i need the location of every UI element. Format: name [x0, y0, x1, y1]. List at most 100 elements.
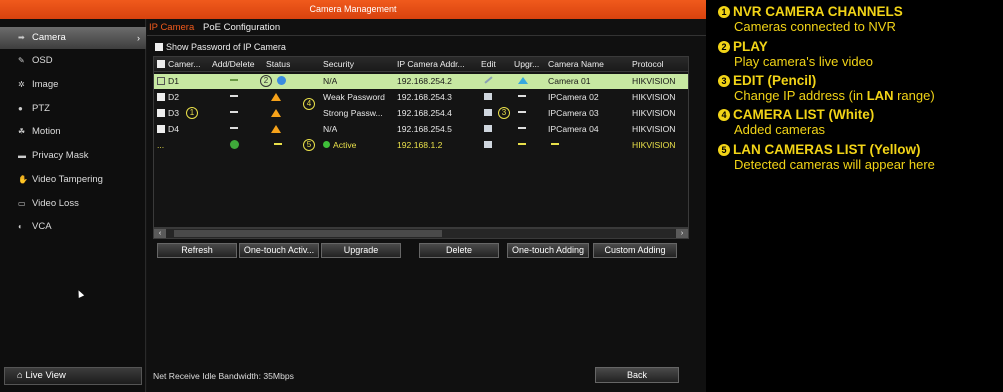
legend-number: 3 — [718, 75, 730, 87]
channel-label: ... — [157, 140, 165, 150]
osd-icon: ✎ — [18, 56, 25, 65]
legend-title: LAN CAMERAS LIST (Yellow) — [733, 142, 921, 157]
col-camera-name[interactable]: Camera Name — [548, 57, 604, 72]
sidebar-item-label: Motion — [32, 126, 61, 137]
camera-name: IPCamera 02 — [548, 92, 599, 102]
col-channel[interactable]: Camer... — [157, 57, 200, 72]
col-add-delete[interactable]: Add/Delete — [212, 57, 255, 72]
delete-icon[interactable] — [230, 90, 238, 105]
legend-number: 1 — [718, 6, 730, 18]
row-checkbox[interactable] — [157, 77, 165, 85]
tab-poe-configuration[interactable]: PoE Configuration — [203, 22, 280, 33]
upgrade-button[interactable]: Upgrade — [321, 243, 401, 258]
legend-title: EDIT (Pencil) — [733, 73, 817, 88]
sidebar-item-video-loss[interactable]: ▭ Video Loss — [0, 193, 146, 215]
sidebar-item-camera[interactable]: ➡ Camera › — [0, 27, 146, 49]
table-row[interactable]: D3 1 Strong Passw... 192.168.254.4 3 IPC… — [154, 106, 688, 121]
edit-icon[interactable] — [484, 138, 492, 153]
table-row[interactable]: D1 2 N/A 192.168.254.2 Camera 01 HIKVISI… — [154, 74, 688, 89]
sidebar-item-label: Video Loss — [32, 198, 79, 209]
camera-name: Camera 01 — [548, 76, 591, 86]
row-checkbox[interactable] — [157, 109, 165, 117]
delete-button[interactable]: Delete — [419, 243, 499, 258]
col-upgrade[interactable]: Upgr... — [514, 57, 539, 72]
refresh-button[interactable]: Refresh — [157, 243, 237, 258]
table-row-lan-camera[interactable]: ... 5 Active 192.168.1.2 HIKVISION — [154, 138, 688, 153]
protocol-label: HIKVISION — [632, 92, 676, 102]
callout-1: 1 — [186, 107, 198, 119]
ip-address: 192.168.254.2 — [397, 76, 452, 86]
custom-adding-button[interactable]: Custom Adding — [593, 243, 677, 258]
callout-2: 2 — [260, 75, 272, 87]
edit-icon[interactable] — [484, 122, 492, 137]
protocol-label: HIKVISION — [632, 108, 676, 118]
sidebar-item-label: Image — [32, 79, 59, 90]
sidebar-item-privacy-mask[interactable]: ▬ Privacy Mask — [0, 145, 146, 167]
legend-desc: Detected cameras will appear here — [734, 157, 935, 172]
legend-desc: Change IP address (in LAN range) — [734, 88, 935, 103]
col-protocol[interactable]: Protocol — [632, 57, 664, 72]
legend-item-4: 4 CAMERA LIST (White) Added cameras — [718, 107, 1003, 137]
col-security[interactable]: Security — [323, 57, 354, 72]
chevron-right-icon: › — [137, 33, 140, 43]
sidebar-item-osd[interactable]: ✎ OSD — [0, 50, 146, 72]
table-row[interactable]: D4 N/A 192.168.254.5 IPCamera 04 HIKVISI… — [154, 122, 688, 137]
legend-number: 4 — [718, 109, 730, 121]
upgrade-icon[interactable] — [518, 74, 528, 89]
sidebar-item-vca[interactable]: ◐ VCA — [0, 216, 146, 238]
camera-name: IPCamera 03 — [548, 108, 599, 118]
live-view-button[interactable]: ⌂ Live View — [4, 367, 142, 385]
sidebar-item-ptz[interactable]: ● PTZ — [0, 98, 146, 120]
upgrade-disabled — [518, 122, 526, 137]
channel-label: D1 — [168, 76, 179, 86]
legend-title: NVR CAMERA CHANNELS — [733, 4, 903, 19]
one-touch-activate-button[interactable]: One-touch Activ... — [239, 243, 319, 258]
sidebar-item-motion[interactable]: ☘ Motion — [0, 121, 146, 143]
row-checkbox[interactable] — [157, 125, 165, 133]
annotation-legend: 1 NVR CAMERA CHANNELS Cameras connected t… — [716, 0, 1003, 392]
play-icon[interactable] — [277, 74, 286, 89]
sidebar-item-label: OSD — [32, 55, 53, 66]
camera-table: Camer... Add/Delete Status Security IP C… — [153, 56, 689, 228]
horizontal-scrollbar[interactable]: ‹ › — [153, 228, 689, 239]
edit-icon[interactable] — [484, 106, 492, 121]
tab-ip-camera[interactable]: IP Camera — [149, 22, 194, 33]
col-edit[interactable]: Edit — [481, 57, 496, 72]
table-row[interactable]: D2 4 Weak Password 192.168.254.3 IPCamer… — [154, 90, 688, 110]
pencil-icon[interactable] — [484, 74, 493, 89]
col-status[interactable]: Status — [266, 57, 290, 72]
active-icon — [323, 141, 330, 148]
select-all-checkbox[interactable] — [157, 60, 165, 68]
add-icon[interactable] — [230, 138, 239, 153]
mouse-cursor-icon — [75, 289, 85, 298]
one-touch-adding-button[interactable]: One-touch Adding — [507, 243, 589, 258]
sidebar-item-label: Privacy Mask — [32, 150, 89, 161]
scroll-right-icon[interactable]: › — [676, 229, 688, 238]
sidebar-item-image[interactable]: ✲ Image — [0, 74, 146, 96]
delete-icon[interactable] — [230, 122, 238, 137]
camera-name-empty — [551, 138, 559, 153]
back-button[interactable]: Back — [595, 367, 679, 383]
delete-icon[interactable] — [230, 106, 238, 121]
scroll-left-icon[interactable]: ‹ — [154, 229, 166, 238]
col-ip-address[interactable]: IP Camera Addr... — [397, 57, 465, 72]
edit-icon[interactable] — [484, 90, 492, 105]
delete-icon[interactable] — [230, 74, 238, 89]
upgrade-disabled — [518, 138, 526, 153]
sidebar-item-video-tampering[interactable]: ✋ Video Tampering — [0, 169, 146, 191]
upgrade-disabled — [518, 106, 526, 121]
security-label: N/A — [323, 124, 338, 134]
channel-label: D4 — [168, 124, 179, 134]
legend-item-2: 2 PLAY Play camera's live video — [718, 39, 1003, 69]
sidebar-item-label: Video Tampering — [32, 174, 103, 185]
checkbox-icon — [155, 43, 163, 51]
video-loss-icon: ▭ — [18, 199, 26, 208]
show-password-checkbox[interactable]: Show Password of IP Camera — [155, 42, 286, 52]
security-label: Strong Passw... — [323, 108, 383, 118]
security-label: N/A — [323, 76, 338, 86]
row-checkbox[interactable] — [157, 93, 165, 101]
protocol-label: HIKVISION — [632, 124, 676, 134]
security-label: Active — [323, 138, 356, 153]
live-view-label: Live View — [25, 370, 66, 381]
scrollbar-thumb[interactable] — [174, 230, 442, 237]
